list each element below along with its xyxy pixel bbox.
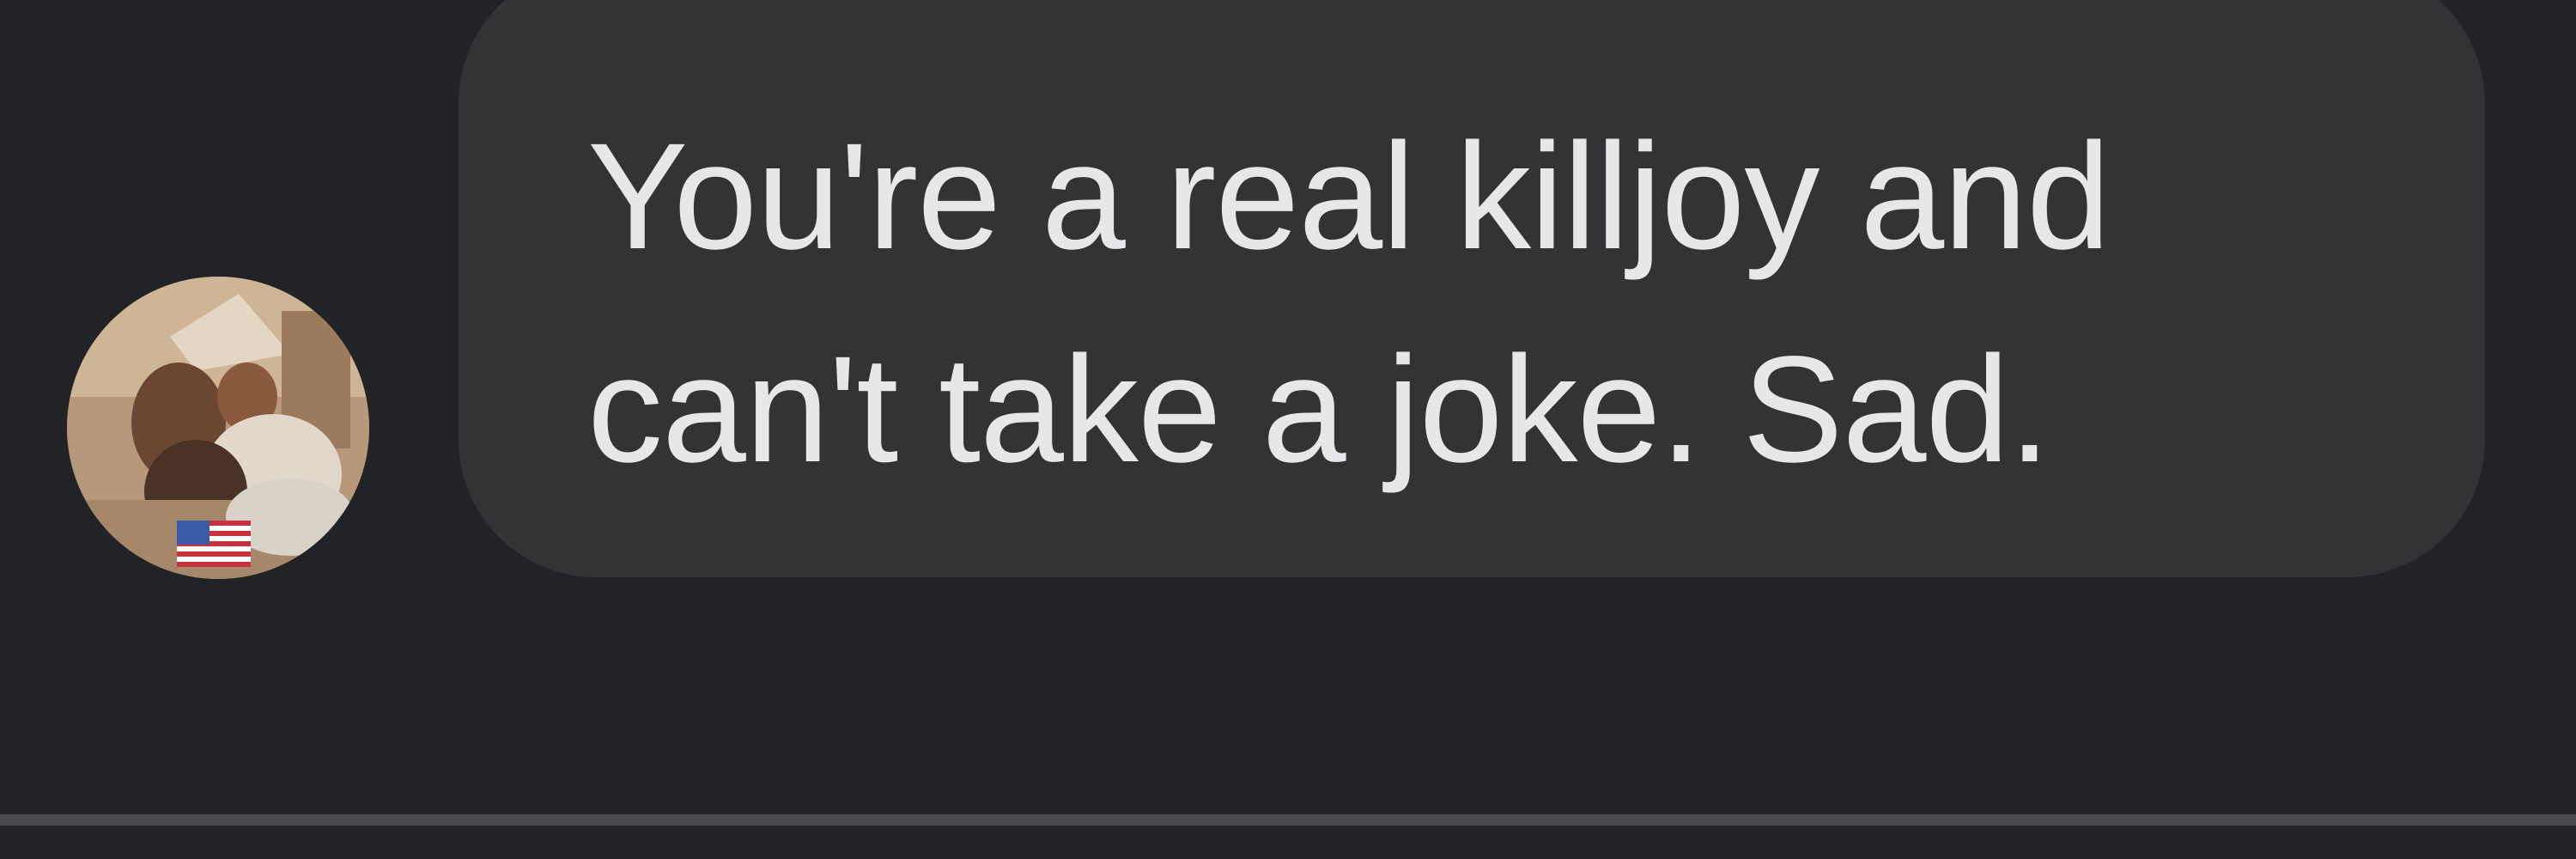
avatar-photo-icon	[67, 277, 369, 579]
message-text: You're a real killjoy and can't take a j…	[587, 113, 2111, 494]
message-row: You're a real killjoy and can't take a j…	[0, 0, 2576, 601]
us-flag-icon	[177, 521, 251, 567]
sender-avatar[interactable]	[67, 277, 369, 579]
message-bubble[interactable]: You're a real killjoy and can't take a j…	[459, 0, 2485, 577]
divider	[0, 814, 2576, 825]
